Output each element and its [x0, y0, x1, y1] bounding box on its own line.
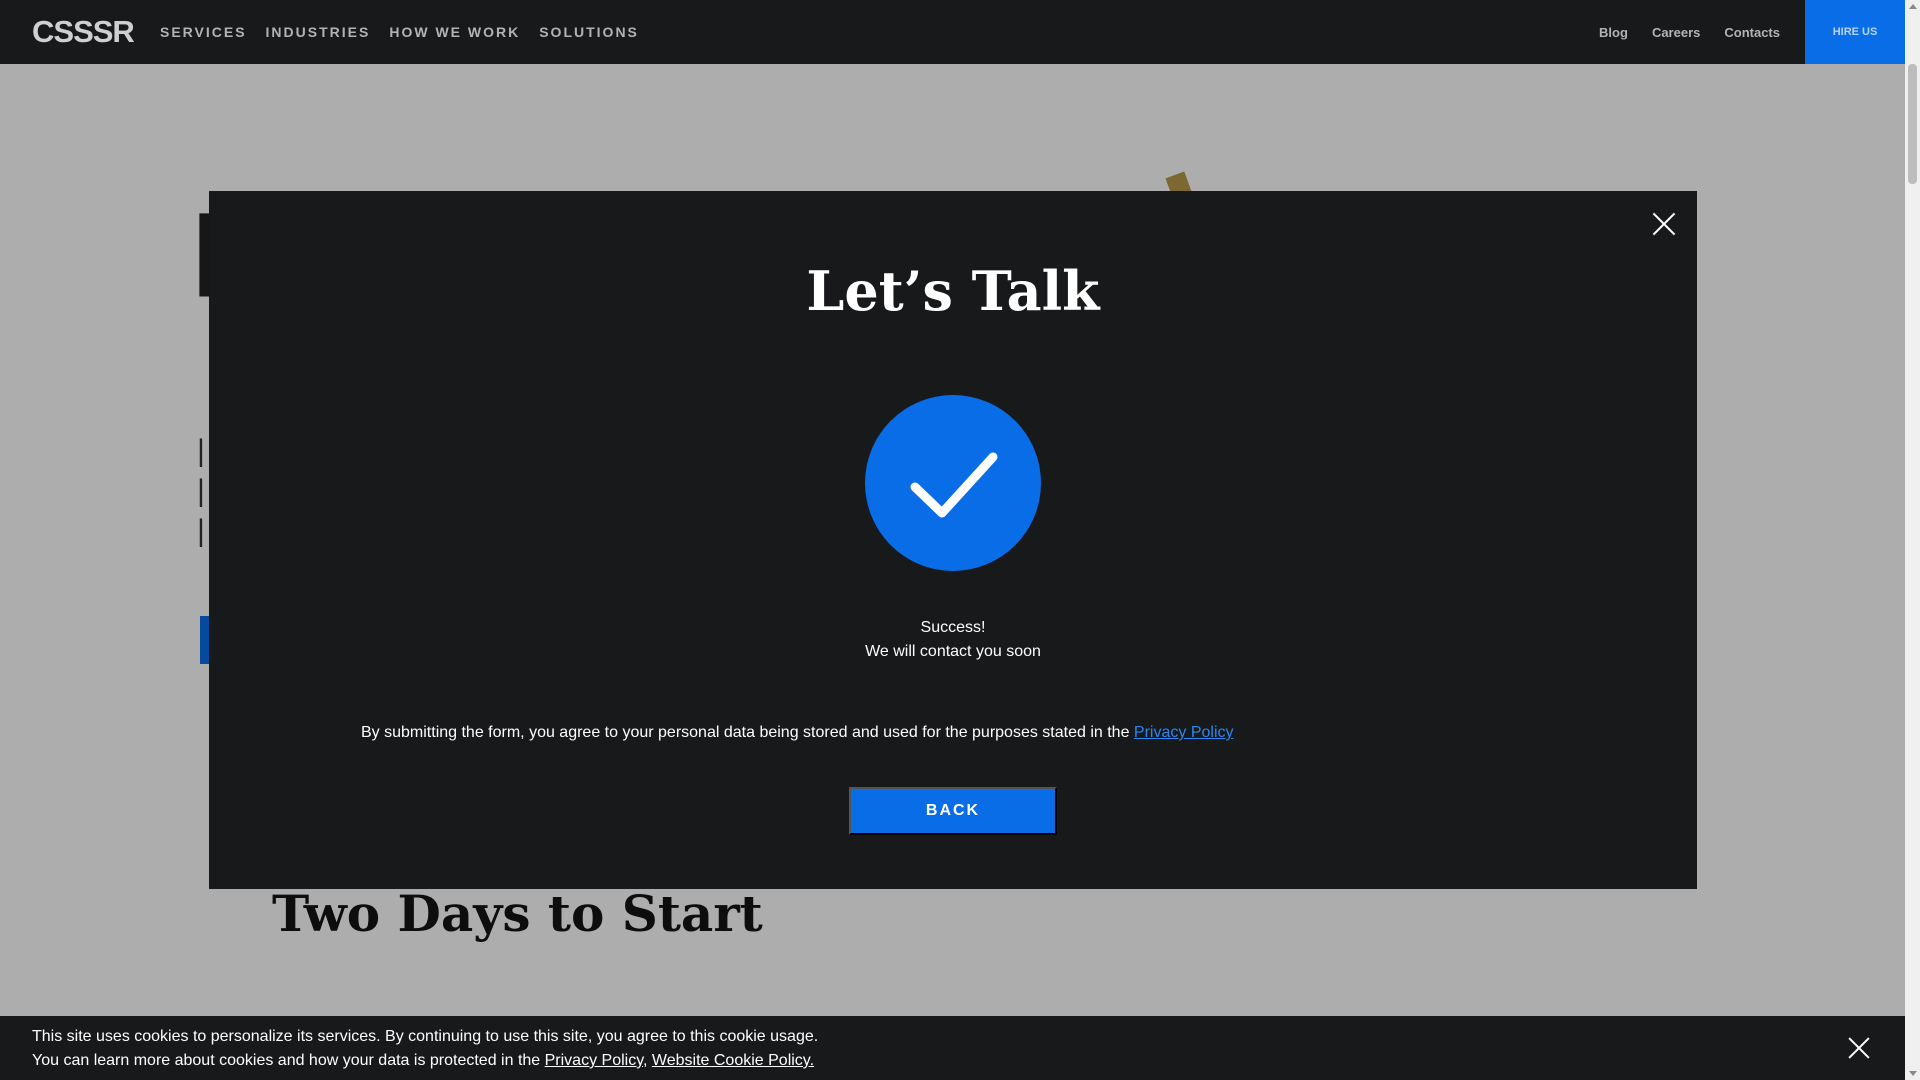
- cookie-line-2: You can learn more about cookies and how…: [32, 1049, 1905, 1073]
- scroll-up-arrow-icon[interactable]: [1909, 4, 1917, 9]
- nav-item-contacts[interactable]: Contacts: [1724, 25, 1780, 40]
- hire-us-button[interactable]: HIRE US: [1805, 0, 1905, 64]
- page-scrollbar[interactable]: [1905, 0, 1920, 1080]
- top-nav: CSSSR SERVICES INDUSTRIES HOW WE WORK SO…: [0, 0, 1905, 64]
- nav-item-careers[interactable]: Careers: [1652, 25, 1700, 40]
- cookie-banner: This site uses cookies to personalize it…: [0, 1016, 1905, 1080]
- scroll-thumb[interactable]: [1908, 64, 1917, 184]
- logo[interactable]: CSSSR: [32, 14, 135, 50]
- cookie-link-separator: ,: [643, 1052, 648, 1069]
- nav-item-industries[interactable]: INDUSTRIES: [266, 24, 371, 40]
- nav-item-services[interactable]: SERVICES: [160, 24, 247, 40]
- nav-item-blog[interactable]: Blog: [1599, 25, 1628, 40]
- checkmark-icon: [865, 395, 1041, 571]
- success-line-2: We will contact you soon: [865, 643, 1041, 660]
- secondary-nav: Blog Careers Contacts: [1575, 0, 1780, 64]
- privacy-policy-link[interactable]: Privacy Policy: [1134, 724, 1234, 741]
- cookie-line-1: This site uses cookies to personalize it…: [32, 1028, 819, 1045]
- consent-body: By submitting the form, you agree to you…: [361, 724, 1134, 741]
- back-button[interactable]: BACK: [849, 787, 1057, 835]
- cookie-privacy-policy-link[interactable]: Privacy Policy: [545, 1052, 643, 1069]
- success-line-1: Success!: [920, 619, 986, 636]
- primary-nav: SERVICES INDUSTRIES HOW WE WORK SOLUTION…: [160, 0, 658, 64]
- modal-title: Let’s Talk: [806, 259, 1100, 323]
- scroll-down-arrow-icon[interactable]: [1909, 1071, 1917, 1076]
- lets-talk-modal: Let’s Talk Success! We will contact you …: [209, 191, 1697, 889]
- close-icon[interactable]: [1647, 207, 1681, 241]
- nav-item-solutions[interactable]: SOLUTIONS: [539, 24, 639, 40]
- nav-item-how-we-work[interactable]: HOW WE WORK: [389, 24, 520, 40]
- close-icon[interactable]: [1847, 1036, 1871, 1060]
- consent-text: By submitting the form, you agree to you…: [361, 724, 1234, 742]
- website-cookie-policy-link[interactable]: Website Cookie Policy.: [652, 1052, 814, 1069]
- cookie-line-2-text: You can learn more about cookies and how…: [32, 1052, 545, 1069]
- success-message: Success! We will contact you soon: [209, 616, 1697, 664]
